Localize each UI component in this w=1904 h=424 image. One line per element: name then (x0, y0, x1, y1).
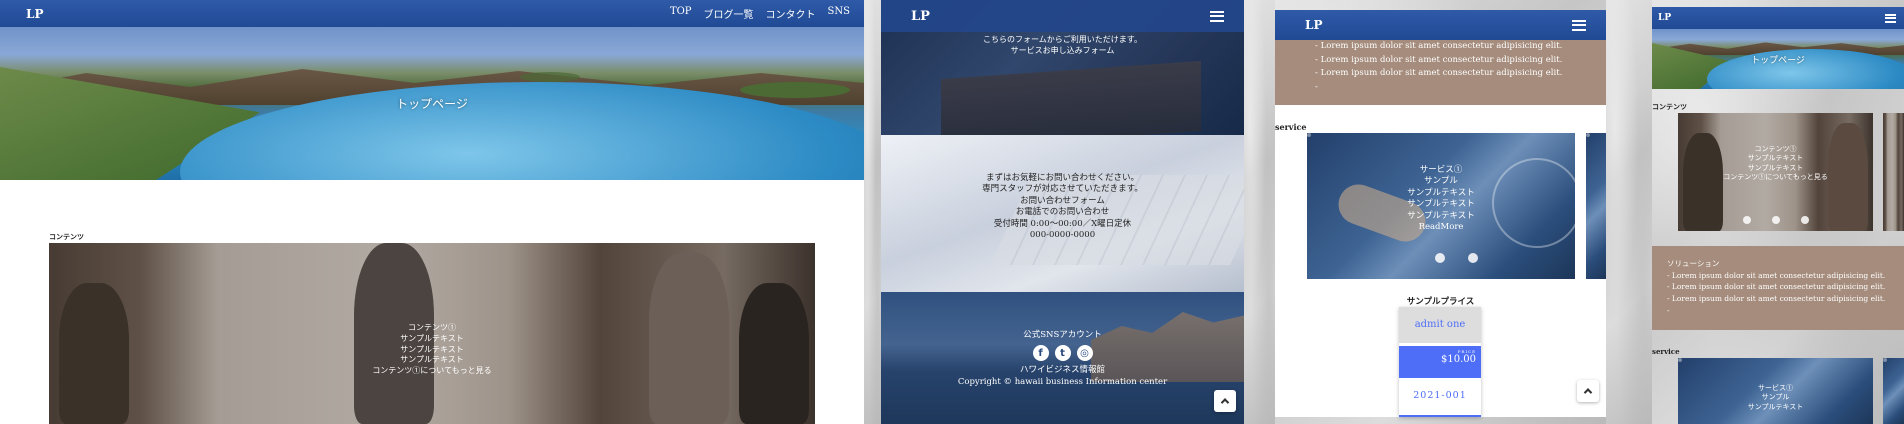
nav-top-link[interactable]: TOP (670, 6, 692, 21)
price-value: $10.00 (1441, 354, 1476, 365)
hero-title: トップページ (1751, 56, 1805, 66)
price-card[interactable]: admit one PRICE $10.00 2021-001 (1399, 307, 1481, 417)
facebook-icon[interactable]: f (1032, 345, 1049, 362)
chevron-up-icon (1220, 398, 1230, 407)
nav-contact-link[interactable]: コンタクト (766, 6, 816, 21)
contact-staff: 専門スタッフが対応させていただきます。 (982, 184, 1143, 195)
twitter-icon[interactable]: t (1054, 345, 1071, 362)
nav-sns-link[interactable]: SNS (828, 6, 850, 21)
list-item: - (1667, 305, 1670, 315)
carousel-dot[interactable] (1772, 216, 1780, 224)
logo[interactable]: LP (26, 7, 43, 21)
service-text: サンプルテキスト (1407, 210, 1475, 221)
section-label: コンテンツ (49, 232, 84, 241)
solution-title: ソリューション (1667, 259, 1720, 268)
screenshot-desktop: LP TOP ブログ一覧 コンタクト SNS トップページ コンテンツ コンテン… (0, 0, 864, 424)
service-card-next[interactable] (1586, 133, 1606, 279)
service-text: サンプルテキスト (1747, 402, 1804, 411)
price-name: admit one (1399, 307, 1481, 343)
content-card-next[interactable] (1883, 113, 1904, 231)
hero-image: トップページ (0, 27, 864, 180)
copyright: Copyright © hawaii business Information … (957, 376, 1168, 387)
content-card-image[interactable]: コンテンツ① サンプルテキスト サンプルテキスト サンプルテキスト コンテンツ①… (49, 243, 815, 424)
service-title: サービス① (1758, 384, 1793, 392)
carousel-dot[interactable] (1468, 253, 1478, 263)
carousel-dot[interactable] (1743, 216, 1751, 224)
nav-blog-link[interactable]: ブログ一覧 (704, 6, 754, 21)
service-card-next[interactable] (1883, 358, 1904, 424)
company-name: ハワイビジネス情報館 (1019, 365, 1105, 376)
list-item: - Lorem ipsum dolor sit amet consectetur… (1667, 270, 1886, 280)
carousel-dot[interactable] (1435, 253, 1445, 263)
contact-phone-label: お電話でのお問い合わせ (1015, 207, 1110, 218)
list-item: - Lorem ipsum dolor sit amet consectetur… (1315, 41, 1563, 51)
instagram-icon[interactable]: ◎ (1076, 345, 1093, 362)
list-item: - (1315, 81, 1318, 92)
content-text: サンプルテキスト (1747, 154, 1804, 163)
service-card[interactable]: サービス① サンプル サンプルテキスト サンプルテキスト サンプルテキスト Re… (1307, 133, 1575, 279)
content-more-link[interactable]: コンテンツ①についてもっと見る (49, 366, 815, 377)
section-label: service (1275, 122, 1307, 132)
form-text: こちらのフォームからご利用いただけます。 サービスお申し込みフォーム (881, 35, 1244, 57)
hero-image: トップページ (1652, 29, 1904, 89)
contact-hours: 受付時間 0:00〜00:00／X曜日定休 (993, 218, 1132, 229)
nav-bar: LP (1652, 7, 1904, 29)
service-text: サンプルテキスト (1407, 187, 1475, 198)
list-item: - Lorem ipsum dolor sit amet consectetur… (1667, 282, 1886, 292)
service-text: サンプル (1424, 176, 1458, 187)
nav-bar: LP (881, 0, 1244, 32)
logo[interactable]: LP (1658, 13, 1671, 23)
content-text: サンプルテキスト (400, 333, 464, 343)
solution-box: ソリューション - Lorem ipsum dolor sit amet con… (1652, 246, 1904, 330)
sns-title: 公式SNSアカウント (1023, 330, 1102, 340)
content-more-link[interactable]: コンテンツ①についてもっと見る (1678, 173, 1873, 182)
footer-section: 公式SNSアカウント f t ◎ ハワイビジネス情報館 Copyright © … (881, 292, 1244, 424)
form-link[interactable]: サービスお申し込みフォーム (881, 46, 1244, 57)
logo[interactable]: LP (911, 9, 930, 24)
service-card-text: サービス① サンプル サンプルテキスト (1678, 384, 1873, 412)
screenshot-mobile-top: LP トップページ コンテンツ コンテンツ① サンプルテキスト サンプルテキスト… (1652, 0, 1904, 424)
hamburger-menu-icon[interactable] (1210, 10, 1224, 22)
content-title: コンテンツ① (408, 323, 456, 332)
content-text: サンプルテキスト (400, 355, 464, 365)
scroll-top-button[interactable] (1214, 390, 1236, 412)
contact-form-link[interactable]: お問い合わせフォーム (881, 196, 1244, 207)
service-title: サービス① (1419, 165, 1463, 175)
service-card-text: サービス① サンプル サンプルテキスト サンプルテキスト サンプルテキスト Re… (1307, 165, 1575, 234)
contact-intro: まずはお気軽にお問い合わせください。 (985, 173, 1139, 183)
service-card[interactable]: サービス① サンプル サンプルテキスト (1678, 358, 1873, 424)
service-text: サンプル (1761, 393, 1790, 402)
contact-phone-number: 000-0000-0000 (1029, 230, 1096, 241)
content-card-text: コンテンツ① サンプルテキスト サンプルテキスト サンプルテキスト コンテンツ①… (49, 323, 815, 377)
hamburger-menu-icon[interactable] (1572, 19, 1586, 31)
hamburger-menu-icon[interactable] (1885, 13, 1896, 23)
contact-text: まずはお気軽にお問い合わせください。 専門スタッフが対応させていただきます。 お… (881, 173, 1244, 242)
carousel-dot[interactable] (1801, 216, 1809, 224)
content-card-image[interactable]: コンテンツ① サンプルテキスト サンプルテキスト コンテンツ①についてもっと見る (1678, 113, 1873, 231)
chevron-up-icon (1583, 388, 1593, 397)
hero-title: トップページ (396, 97, 468, 111)
logo[interactable]: LP (1305, 18, 1322, 32)
content-title: コンテンツ① (1754, 145, 1797, 153)
screenshot-mobile-footer: こちらのフォームからご利用いただけます。 サービスお申し込みフォーム LP まず… (881, 0, 1244, 424)
section-label: コンテンツ (1652, 102, 1687, 111)
content-text: サンプルテキスト (400, 344, 464, 354)
price-date: 2021-001 (1413, 390, 1467, 401)
nav-bar: LP TOP ブログ一覧 コンタクト SNS (0, 0, 864, 27)
contact-section: まずはお気軽にお問い合わせください。 専門スタッフが対応させていただきます。 お… (881, 135, 1244, 292)
scroll-top-button[interactable] (1577, 380, 1599, 402)
content-card-text: コンテンツ① サンプルテキスト サンプルテキスト コンテンツ①についてもっと見る (1678, 145, 1873, 183)
readmore-link[interactable]: ReadMore (1307, 222, 1575, 233)
content-text: サンプルテキスト (1747, 163, 1804, 172)
service-label: service (1652, 347, 1680, 356)
form-intro: こちらのフォームからご利用いただけます。 (983, 35, 1142, 44)
list-item: - Lorem ipsum dolor sit amet consectetur… (1667, 293, 1886, 303)
screenshot-mobile-service: - Lorem ipsum dolor sit amet consectetur… (1275, 0, 1606, 424)
list-item: - Lorem ipsum dolor sit amet consectetur… (1315, 68, 1563, 79)
list-item: - Lorem ipsum dolor sit amet consectetur… (1315, 54, 1563, 65)
service-text: サンプルテキスト (1407, 199, 1475, 210)
price-title: サンプルプライス (1406, 297, 1475, 307)
nav-bar: LP (1275, 10, 1606, 40)
footer-content: 公式SNSアカウント f t ◎ ハワイビジネス情報館 Copyright © … (881, 330, 1244, 388)
